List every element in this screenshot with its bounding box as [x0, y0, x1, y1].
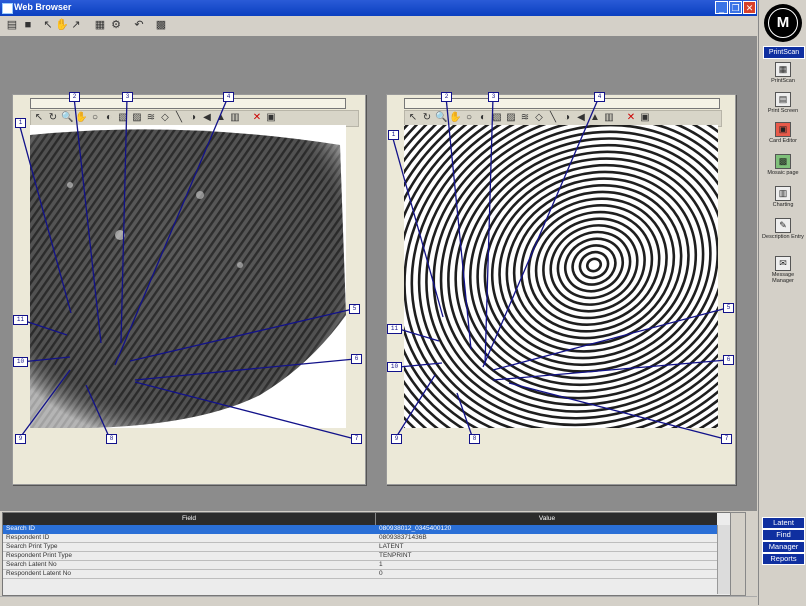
nav-manager[interactable]: Manager — [762, 541, 805, 553]
row-field: Search Print Type — [6, 543, 58, 550]
table-row[interactable]: Search Latent No 1 — [3, 561, 717, 570]
enhance-icon[interactable]: ▦ — [92, 18, 108, 33]
minutia-marker-3[interactable]: 3 — [488, 92, 499, 102]
sidebar-item-description-entry[interactable]: ✎ Description Entry — [761, 218, 805, 240]
open-icon[interactable]: ▤ — [4, 18, 20, 33]
table-row[interactable]: Search Print Type LATENT — [3, 543, 717, 552]
minutia-marker-5[interactable]: 5 — [349, 304, 360, 314]
comparison-workspace: ↖ ↻ 🔍 ✋ ○ ◐ ▧ ▨ ≋ ◇ ╲ ◑ ◀ ▲ ▥ ✕ ▣ 2 3 4 … — [0, 36, 757, 511]
window-title: Web Browser — [14, 2, 72, 12]
table-scrollbar[interactable] — [717, 525, 730, 594]
minutia-marker-9[interactable]: 9 — [15, 434, 26, 444]
sidebar-item-label: Print Screen — [767, 108, 799, 114]
table-row[interactable]: Respondent ID 080938371436B — [3, 534, 717, 543]
row-value: 1 — [379, 561, 383, 568]
sidebar-item-print-screen[interactable]: ▤ Print Screen — [761, 92, 805, 114]
measure-icon[interactable]: ↗ — [68, 18, 84, 33]
sidebar: M PrintScan ▦ PrintScan ▤ Print Screen ▣… — [758, 0, 806, 605]
charting-icon: ▥ — [775, 186, 791, 201]
sidebar-title[interactable]: PrintScan — [763, 46, 805, 59]
settings-icon[interactable]: ⚙ — [108, 18, 124, 33]
row-field: Respondent ID — [6, 534, 50, 541]
table-row[interactable]: Search ID 080938012_0345400120 — [3, 525, 717, 534]
minutia-marker-8[interactable]: 8 — [106, 434, 117, 444]
minutia-marker-2[interactable]: 2 — [441, 92, 452, 102]
minutia-marker-7[interactable]: 7 — [351, 434, 362, 444]
minutia-marker-10[interactable]: 10 — [13, 357, 28, 367]
sidebar-item-message-manager[interactable]: ✉ Message Manager — [761, 256, 805, 284]
minutia-marker-5[interactable]: 5 — [723, 303, 734, 313]
sidebar-item-label: PrintScan — [771, 78, 795, 84]
row-field: Respondent Print Type — [6, 552, 73, 559]
sidebar-item-card-editor[interactable]: ▣ Card Editor — [761, 122, 805, 144]
column-header-field[interactable]: Field — [3, 513, 375, 525]
printscan-icon: ▦ — [775, 62, 791, 77]
row-field: Search ID — [6, 525, 35, 532]
minutia-marker-11[interactable]: 11 — [13, 315, 28, 325]
row-field: Respondent Latent No — [6, 570, 72, 577]
card-editor-icon: ▣ — [775, 122, 791, 137]
minutiae-lines — [18, 96, 356, 440]
sidebar-item-label: Mosaic page — [767, 170, 799, 176]
latent-print-panel: ↖ ↻ 🔍 ✋ ○ ◐ ▧ ▨ ≋ ◇ ╲ ◑ ◀ ▲ ▥ ✕ ▣ 2 3 4 … — [12, 92, 366, 485]
minutia-marker-8[interactable]: 8 — [469, 434, 480, 444]
save-icon[interactable]: ■ — [20, 18, 36, 33]
minutia-marker-1[interactable]: 1 — [15, 118, 26, 128]
row-value: TENPRINT — [379, 552, 412, 559]
description-entry-icon: ✎ — [775, 218, 791, 233]
minimize-button[interactable]: _ — [715, 1, 728, 14]
table-header: Field Value — [3, 513, 717, 525]
grid-icon[interactable]: ▩ — [153, 18, 169, 33]
sidebar-item-charting[interactable]: ▥ Charting — [761, 186, 805, 208]
panel-scrollbar[interactable] — [730, 512, 746, 596]
sidebar-item-label: Card Editor — [769, 138, 797, 144]
row-value: LATENT — [379, 543, 404, 550]
column-header-value[interactable]: Value — [375, 513, 718, 525]
minutia-marker-6[interactable]: 6 — [351, 354, 362, 364]
mosaic-page-icon: ▩ — [775, 154, 791, 169]
row-value: 080938371436B — [379, 534, 427, 541]
message-manager-icon: ✉ — [775, 256, 791, 271]
minutia-marker-1[interactable]: 1 — [388, 130, 399, 140]
title-bar: Web Browser _ ❐ ✕ — [0, 0, 757, 16]
print-screen-icon: ▤ — [775, 92, 791, 107]
maximize-button[interactable]: ❐ — [729, 1, 742, 14]
minutia-marker-9[interactable]: 9 — [391, 434, 402, 444]
minutia-marker-7[interactable]: 7 — [721, 434, 732, 444]
browser-icon — [2, 3, 13, 14]
minutia-marker-6[interactable]: 6 — [723, 355, 734, 365]
minutia-marker-4[interactable]: 4 — [594, 92, 605, 102]
sidebar-item-printscan[interactable]: ▦ PrintScan — [761, 62, 805, 84]
row-value: 0 — [379, 570, 383, 577]
motorola-logo: M — [764, 4, 802, 42]
tenprint-panel: ↖ ↻ 🔍 ✋ ○ ◐ ▧ ▨ ≋ ◇ ╲ ◑ ◀ ▲ ▥ ✕ ▣ 2 3 4 … — [386, 92, 736, 485]
minutiae-lines — [391, 96, 728, 440]
minutia-marker-10[interactable]: 10 — [387, 362, 402, 372]
sidebar-item-label: Message Manager — [771, 272, 795, 284]
minutia-marker-4[interactable]: 4 — [223, 92, 234, 102]
table-row[interactable]: Respondent Print Type TENPRINT — [3, 552, 717, 561]
sidebar-item-label: Description Entry — [762, 234, 804, 240]
nav-reports[interactable]: Reports — [762, 553, 805, 565]
match-details-table: Field Value Search ID 080938012_03454001… — [2, 512, 731, 596]
row-value: 080938012_0345400120 — [379, 525, 452, 532]
nav-find[interactable]: Find — [762, 529, 805, 541]
sidebar-item-label: Charting — [772, 202, 794, 208]
sidebar-item-mosaic-page[interactable]: ▩ Mosaic page — [761, 154, 805, 176]
minutia-marker-3[interactable]: 3 — [122, 92, 133, 102]
table-row[interactable]: Respondent Latent No 0 — [3, 570, 717, 579]
minutia-marker-2[interactable]: 2 — [69, 92, 80, 102]
minutia-marker-11[interactable]: 11 — [387, 324, 402, 334]
close-button[interactable]: ✕ — [743, 1, 756, 14]
nav-latent[interactable]: Latent — [762, 517, 805, 529]
undo-icon[interactable]: ↶ — [131, 18, 147, 33]
main-toolbar: ▤ ■ ↖ ✋ ↗ ▦ ⚙ ↶ ▩ — [0, 16, 757, 37]
row-field: Search Latent No — [6, 561, 57, 568]
